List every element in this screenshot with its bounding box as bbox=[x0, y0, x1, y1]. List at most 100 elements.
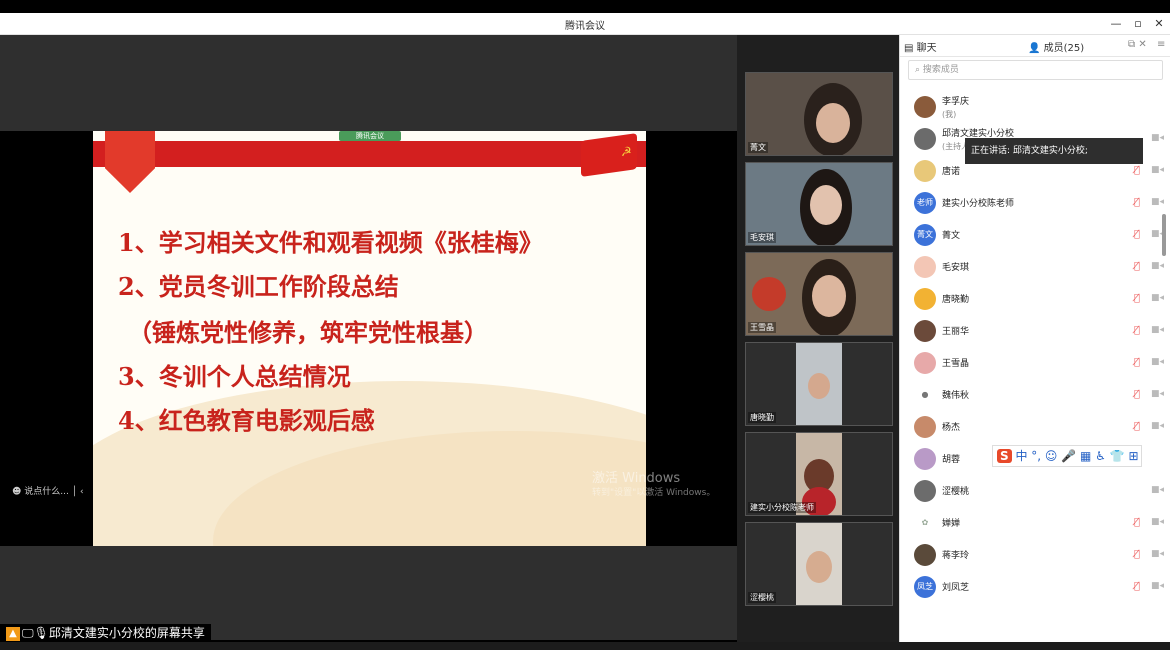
slide-item-2: 2、党员冬训工作阶段总结 bbox=[118, 272, 399, 301]
member-name: 蒋李玲 bbox=[942, 551, 970, 561]
mic-muted-icon[interactable]: 🎙̸ bbox=[1134, 293, 1140, 304]
ime-toolbar[interactable]: S 中 °, ☺ 🎤 ▦ ♿ 👕 ⊞ bbox=[992, 445, 1142, 467]
camera-off-icon[interactable]: ■◂ bbox=[1151, 549, 1164, 559]
mic-muted-icon[interactable]: 🎙̸ bbox=[1134, 581, 1140, 592]
tile-name: 涩樱桃 bbox=[748, 592, 776, 603]
mic-muted-icon[interactable]: 🎙̸ bbox=[1134, 229, 1140, 240]
member-name: 魏伟秋 bbox=[942, 391, 970, 401]
camera-off-icon[interactable]: ■◂ bbox=[1151, 389, 1164, 399]
sogou-logo-icon: S bbox=[997, 449, 1012, 463]
member-name: 胡蓉 bbox=[942, 455, 961, 465]
member-row[interactable]: 老师 建实小分校陈老师 🎙̸ ■◂ bbox=[900, 187, 1170, 219]
member-row[interactable]: 王丽华 🎙̸ ■◂ bbox=[900, 315, 1170, 347]
restore-button[interactable]: ▫ bbox=[1129, 16, 1147, 32]
avatar: 老师 bbox=[914, 192, 936, 214]
video-tile[interactable]: 菁文 bbox=[745, 72, 893, 156]
video-face bbox=[816, 103, 850, 143]
avatar bbox=[914, 160, 936, 182]
tab-members[interactable]: 👤 成员(25) bbox=[1028, 39, 1084, 54]
member-row[interactable]: 王雪晶 🎙̸ ■◂ bbox=[900, 347, 1170, 379]
member-name: 唐晓勤 bbox=[942, 295, 970, 305]
member-row[interactable]: 唐晓勤 🎙̸ ■◂ bbox=[900, 283, 1170, 315]
member-row[interactable]: 凤芝 刘凤芝 🎙̸ ■◂ bbox=[900, 571, 1170, 603]
tile-name: 菁文 bbox=[748, 142, 768, 153]
presentation-slide: ☭ 1、学习相关文件和观看视频《张桂梅》 2、党员冬训工作阶段总结 （锤炼党性修… bbox=[93, 131, 646, 546]
video-tile[interactable]: 建实小分校陈老师 bbox=[745, 432, 893, 516]
mic-muted-icon[interactable]: 🎙̸ bbox=[1134, 389, 1140, 400]
shared-screen-area: ☭ 1、学习相关文件和观看视频《张桂梅》 2、党员冬训工作阶段总结 （锤炼党性修… bbox=[0, 35, 737, 640]
avatar bbox=[914, 288, 936, 310]
share-label-text: 邱清文建实小分校的屏幕共享 bbox=[48, 626, 205, 640]
member-row[interactable]: 毛安琪 🎙̸ ■◂ bbox=[900, 251, 1170, 283]
video-tile[interactable]: 毛安琪 bbox=[745, 162, 893, 246]
tab-chat-label: 聊天 bbox=[916, 43, 937, 54]
member-name: 婵婵 bbox=[942, 519, 961, 529]
camera-off-icon[interactable]: ■◂ bbox=[1151, 485, 1164, 495]
camera-off-icon[interactable]: ■◂ bbox=[1151, 165, 1164, 175]
tile-name: 王雪晶 bbox=[748, 322, 776, 333]
member-role: (我) bbox=[942, 110, 957, 119]
video-tile[interactable]: 唐晓勤 bbox=[745, 342, 893, 426]
member-list: 李孚庆 (我) 邱清文建实小分校 (主持人) ■◂ 唐诺 🎙̸ ■◂ 老师 建实… bbox=[900, 91, 1170, 603]
window-title: 腾讯会议 bbox=[565, 21, 605, 32]
share-toolbar[interactable]: 腾讯会议 bbox=[339, 131, 401, 141]
member-name: 唐诺 bbox=[942, 167, 961, 177]
mic-muted-icon[interactable]: 🎙̸ bbox=[1134, 165, 1140, 176]
mic-muted-icon[interactable]: 🎙̸ bbox=[1134, 325, 1140, 336]
avatar: ● bbox=[914, 384, 936, 406]
camera-off-icon[interactable]: ■◂ bbox=[1151, 197, 1164, 207]
mic-muted-icon[interactable]: 🎙̸ bbox=[1134, 517, 1140, 528]
camera-off-icon[interactable]: ■◂ bbox=[1151, 357, 1164, 367]
close-button[interactable]: ✕ bbox=[1150, 16, 1168, 32]
member-name: 菁文 bbox=[942, 231, 961, 241]
tile-name: 唐晓勤 bbox=[748, 412, 776, 423]
search-input[interactable]: ⌕ 搜索成员 bbox=[908, 60, 1163, 80]
camera-off-icon[interactable]: ■◂ bbox=[1151, 581, 1164, 591]
menu-icon[interactable]: ≡ bbox=[1157, 39, 1165, 50]
minimize-button[interactable]: — bbox=[1107, 16, 1125, 32]
screen-share-label: ▲ 🖵🎙邱清文建实小分校的屏幕共享 bbox=[0, 624, 211, 642]
search-icon: ⌕ bbox=[915, 65, 923, 75]
chat-input[interactable]: ☻ 说点什么... │ ‹ bbox=[6, 483, 90, 501]
mic-muted-icon[interactable]: 🎙̸ bbox=[1134, 421, 1140, 432]
member-list-scrollbar[interactable] bbox=[1162, 214, 1166, 256]
camera-off-icon[interactable]: ■◂ bbox=[1151, 325, 1164, 335]
member-row[interactable]: 菁文 菁文 🎙̸ ■◂ bbox=[900, 219, 1170, 251]
camera-off-icon[interactable]: ■◂ bbox=[1151, 293, 1164, 303]
tab-chat[interactable]: ▤ 聊天 bbox=[904, 39, 937, 54]
slide-item-2-sub: （锤炼党性修养，筑牢党性根基） bbox=[128, 318, 488, 347]
side-panel: ▤ 聊天 👤 成员(25) ⧉ ✕ ≡ ⌕ 搜索成员 李孚庆 (我) 邱清文建实… bbox=[899, 35, 1170, 642]
video-tile[interactable]: 王雪晶 bbox=[745, 252, 893, 336]
mic-muted-icon[interactable]: 🎙̸ bbox=[1134, 197, 1140, 208]
member-row[interactable]: 涩樱桃 ■◂ bbox=[900, 475, 1170, 507]
popout-icon[interactable]: ⧉ ✕ bbox=[1128, 39, 1147, 50]
camera-off-icon[interactable]: ■◂ bbox=[1151, 517, 1164, 527]
title-bar: 腾讯会议 — ▫ ✕ bbox=[0, 13, 1170, 35]
mic-muted-icon[interactable]: 🎙̸ bbox=[1134, 549, 1140, 560]
video-tile[interactable]: 涩樱桃 bbox=[745, 522, 893, 606]
member-row[interactable]: ● 魏伟秋 🎙̸ ■◂ bbox=[900, 379, 1170, 411]
mic-muted-icon[interactable]: 🎙̸ bbox=[1134, 357, 1140, 368]
members-icon: 👤 bbox=[1028, 43, 1044, 54]
screen-icon: 🖵 bbox=[22, 626, 34, 640]
video-face bbox=[810, 185, 842, 225]
avatar: ✿ bbox=[914, 512, 936, 534]
slide-chevron bbox=[105, 131, 155, 193]
video-face bbox=[806, 551, 832, 583]
speaking-tooltip: 正在讲话: 邱清文建实小分校; bbox=[965, 138, 1143, 164]
collapse-icon[interactable]: │ ‹ bbox=[69, 487, 84, 497]
tile-name: 建实小分校陈老师 bbox=[748, 502, 816, 513]
member-name: 王雪晶 bbox=[942, 359, 970, 369]
member-row[interactable]: 李孚庆 (我) bbox=[900, 91, 1170, 123]
member-row[interactable]: 蒋李玲 🎙̸ ■◂ bbox=[900, 539, 1170, 571]
member-name: 建实小分校陈老师 bbox=[942, 199, 1015, 209]
camera-off-icon[interactable]: ■◂ bbox=[1151, 261, 1164, 271]
member-row[interactable]: ✿ 婵婵 🎙̸ ■◂ bbox=[900, 507, 1170, 539]
camera-off-icon[interactable]: ■◂ bbox=[1151, 421, 1164, 431]
tile-name: 毛安琪 bbox=[748, 232, 776, 243]
slide-item-4: 4、红色教育电影观后感 bbox=[118, 406, 375, 435]
chat-icon: ▤ bbox=[904, 43, 917, 54]
mic-muted-icon[interactable]: 🎙̸ bbox=[1134, 261, 1140, 272]
camera-off-icon[interactable]: ■◂ bbox=[1151, 133, 1164, 143]
member-row[interactable]: 杨杰 🎙̸ ■◂ bbox=[900, 411, 1170, 443]
